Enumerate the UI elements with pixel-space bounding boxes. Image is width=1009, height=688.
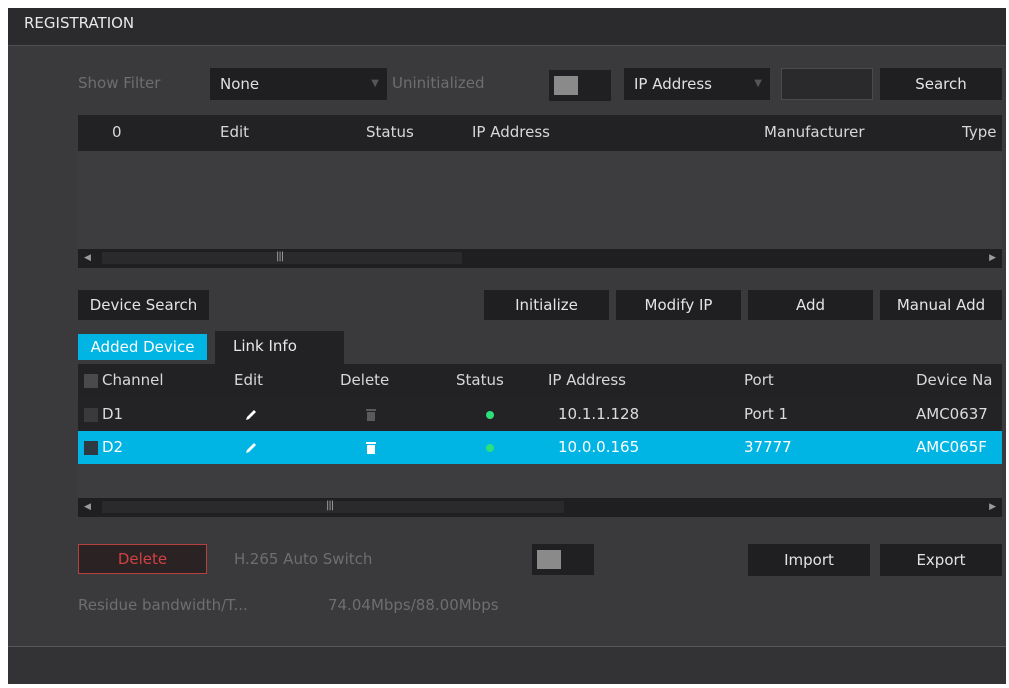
device-search-button[interactable]: Device Search bbox=[78, 290, 209, 320]
search-input[interactable] bbox=[781, 68, 873, 100]
channel-cell: D1 bbox=[102, 405, 124, 423]
table-row[interactable]: D1 10.1.1.128 Port 1 AMC0637 bbox=[78, 398, 1002, 431]
col-channel: Channel bbox=[102, 371, 164, 389]
added-table-header: Channel Edit Delete Status IP Address Po… bbox=[78, 364, 1002, 398]
col-edit: Edit bbox=[220, 123, 250, 141]
search-table-body bbox=[78, 151, 1002, 249]
manual-add-button[interactable]: Manual Add bbox=[880, 290, 1002, 320]
channel-cell: D2 bbox=[102, 438, 124, 456]
arrow-right-icon[interactable]: ▶ bbox=[989, 502, 996, 512]
trash-icon[interactable] bbox=[366, 441, 376, 454]
chevron-down-icon: ▼ bbox=[371, 78, 379, 89]
col-ip-address: IP Address bbox=[548, 371, 626, 389]
show-filter-dropdown[interactable]: None ▼ bbox=[210, 68, 387, 100]
add-button[interactable]: Add bbox=[748, 290, 873, 320]
search-type-dropdown[interactable]: IP Address ▼ bbox=[624, 68, 770, 100]
search-type-value: IP Address bbox=[634, 75, 712, 93]
chevron-down-icon: ▼ bbox=[754, 78, 762, 89]
toggle-knob bbox=[554, 76, 578, 95]
col-manufacturer: Manufacturer bbox=[764, 123, 865, 141]
ip-cell: 10.1.1.128 bbox=[558, 405, 640, 423]
scroll-grip-icon: ||| bbox=[276, 251, 284, 262]
show-filter-label: Show Filter bbox=[78, 74, 161, 92]
col-status: Status bbox=[456, 371, 504, 389]
import-button[interactable]: Import bbox=[748, 544, 870, 576]
search-table-scrollbar[interactable]: ◀ ||| ▶ bbox=[78, 249, 1002, 268]
modify-ip-button[interactable]: Modify IP bbox=[616, 290, 741, 320]
export-button[interactable]: Export bbox=[880, 544, 1002, 576]
residue-bandwidth-value: 74.04Mbps/88.00Mbps bbox=[328, 596, 499, 614]
h265-auto-switch-toggle[interactable] bbox=[532, 544, 594, 575]
search-button[interactable]: Search bbox=[880, 68, 1002, 100]
port-cell: 37777 bbox=[744, 438, 792, 456]
device-name-cell: AMC065F bbox=[916, 438, 987, 456]
window-title: REGISTRATION bbox=[8, 8, 1006, 46]
device-name-cell: AMC0637 bbox=[916, 405, 988, 423]
toggle-knob bbox=[537, 550, 561, 569]
show-filter-value: None bbox=[220, 75, 260, 93]
arrow-left-icon[interactable]: ◀ bbox=[84, 253, 91, 263]
footer-bar bbox=[8, 647, 1006, 684]
search-table-header: 0 Edit Status IP Address Manufacturer Ty… bbox=[78, 115, 1002, 151]
col-type: Type bbox=[962, 123, 997, 141]
pencil-icon[interactable] bbox=[244, 408, 258, 422]
uninitialized-label: Uninitialized bbox=[392, 74, 485, 92]
added-table-empty-area bbox=[78, 464, 1002, 498]
delete-button[interactable]: Delete bbox=[78, 544, 207, 574]
col-device-name: Device Na bbox=[916, 371, 993, 389]
scroll-grip-icon: ||| bbox=[326, 500, 334, 511]
col-index: 0 bbox=[112, 123, 122, 141]
table-row-selected[interactable]: D2 10.0.0.165 37777 AMC065F bbox=[78, 431, 1002, 464]
arrow-right-icon[interactable]: ▶ bbox=[989, 253, 996, 263]
registration-window: REGISTRATION Show Filter None ▼ Uninitia… bbox=[8, 8, 1006, 684]
tab-link-info[interactable]: Link Info bbox=[215, 331, 344, 364]
uninitialized-toggle[interactable] bbox=[549, 70, 611, 101]
initialize-button[interactable]: Initialize bbox=[484, 290, 609, 320]
residue-bandwidth-label: Residue bandwidth/T... bbox=[78, 596, 248, 614]
tab-added-device[interactable]: Added Device bbox=[78, 334, 207, 360]
port-cell: Port 1 bbox=[744, 405, 789, 423]
col-edit: Edit bbox=[234, 371, 264, 389]
col-delete: Delete bbox=[340, 371, 390, 389]
pencil-icon[interactable] bbox=[244, 441, 258, 455]
added-table-scrollbar[interactable]: ◀ ||| ▶ bbox=[78, 498, 1002, 517]
col-port: Port bbox=[744, 371, 774, 389]
trash-icon[interactable] bbox=[366, 408, 376, 421]
arrow-left-icon[interactable]: ◀ bbox=[84, 502, 91, 512]
ip-cell: 10.0.0.165 bbox=[558, 438, 640, 456]
col-ip-address: IP Address bbox=[472, 123, 550, 141]
col-status: Status bbox=[366, 123, 414, 141]
select-all-checkbox[interactable] bbox=[84, 374, 98, 388]
h265-auto-switch-label: H.265 Auto Switch bbox=[234, 550, 373, 568]
status-dot-icon bbox=[486, 411, 494, 419]
row-checkbox[interactable] bbox=[84, 441, 98, 455]
status-dot-icon bbox=[486, 444, 494, 452]
row-checkbox[interactable] bbox=[84, 408, 98, 422]
